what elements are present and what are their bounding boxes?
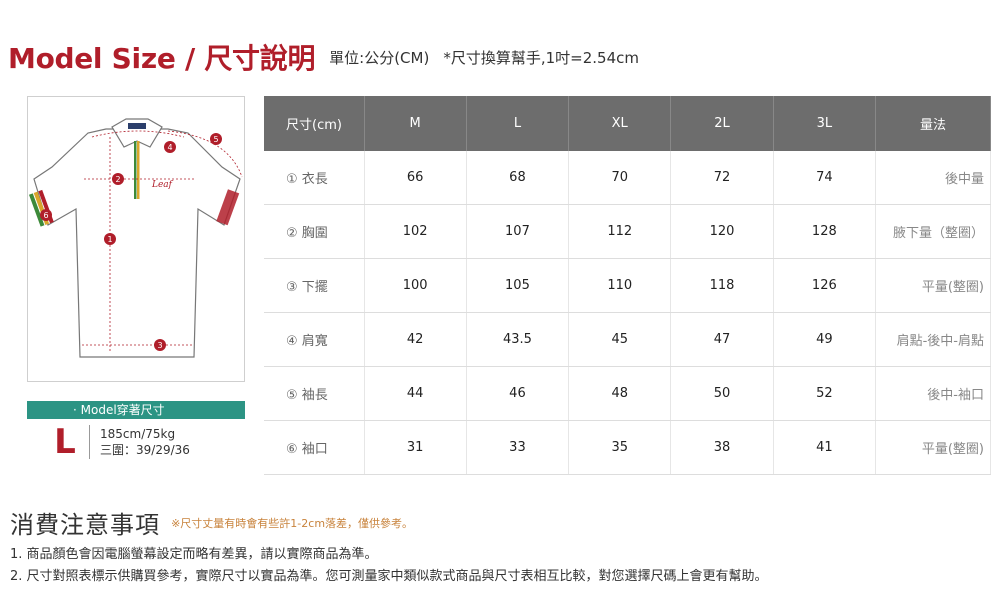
- size-value-cell: 72: [670, 151, 774, 205]
- row-label: ⑤ 袖長: [264, 366, 365, 421]
- size-value-cell: 68: [466, 151, 570, 205]
- size-value-cell: 66: [364, 151, 467, 205]
- column-header: 3L: [773, 96, 877, 151]
- column-header: 量法: [875, 96, 991, 151]
- size-value-cell: 120: [670, 204, 774, 259]
- notice-item: 2. 尺寸對照表標示供購買參考，實際尺寸以實品為準。您可測量家中類似款式商品與尺…: [10, 569, 768, 584]
- notice-list: 1. 商品顏色會因電腦螢幕設定而略有差異，請以實際商品為準。 2. 尺寸對照表標…: [10, 544, 768, 588]
- size-table: 尺寸(cm) M L XL 2L 3L 量法 ① 衣長 66 68 70 72 74 後中量…: [264, 96, 991, 475]
- size-value-cell: 33: [466, 420, 570, 475]
- divider: [89, 425, 90, 459]
- conversion-note: *尺寸換算幫手,1吋=2.54cm: [443, 48, 639, 67]
- row-label: ② 胸圍: [264, 204, 365, 259]
- svg-text:Leaf: Leaf: [151, 180, 174, 190]
- model-info-box: · Model穿著尺寸 L 185cm/75kg 三圍：39/29/36: [27, 401, 245, 465]
- svg-text:4: 4: [167, 143, 172, 152]
- svg-text:5: 5: [213, 135, 218, 144]
- table-row: ③ 下擺 100 105 110 118 126 平量(整圈): [264, 258, 991, 313]
- measure-method-cell: 腋下量（整圈）: [875, 204, 991, 259]
- size-value-cell: 41: [773, 420, 877, 475]
- size-value-cell: 112: [568, 204, 672, 259]
- model-height-weight: 185cm/75kg: [100, 427, 176, 441]
- polo-shirt-illustration: Leaf 1 2 3 4 5 6: [29, 118, 243, 358]
- size-value-cell: 74: [773, 151, 877, 205]
- table-row: ⑥ 袖口 31 33 35 38 41 平量(整圈): [264, 420, 991, 475]
- size-value-cell: 45: [568, 312, 672, 367]
- svg-text:6: 6: [43, 211, 48, 220]
- notice-section: 消費注意事項 ※尺寸丈量有時會有些許1-2cm落差，僅供參考。: [10, 505, 413, 540]
- row-label: ③ 下擺: [264, 258, 365, 313]
- size-value-cell: 107: [466, 204, 570, 259]
- unit-text: 單位:公分(CM): [329, 48, 430, 67]
- svg-text:3: 3: [157, 341, 162, 350]
- size-value-cell: 49: [773, 312, 877, 367]
- page-title: Model Size / 尺寸說明: [8, 42, 316, 75]
- size-value-cell: 118: [670, 258, 774, 313]
- size-value-cell: 52: [773, 366, 877, 421]
- measure-method-cell: 平量(整圈): [875, 420, 991, 475]
- measure-method-cell: 肩點-後中-肩點: [875, 312, 991, 367]
- table-row: ① 衣長 66 68 70 72 74 後中量: [264, 151, 991, 205]
- column-header: L: [466, 96, 570, 151]
- notice-subtitle: ※尺寸丈量有時會有些許1-2cm落差，僅供參考。: [171, 516, 414, 530]
- size-value-cell: 110: [568, 258, 672, 313]
- size-value-cell: 31: [364, 420, 467, 475]
- size-value-cell: 50: [670, 366, 774, 421]
- measure-method-cell: 後中-袖口: [875, 366, 991, 421]
- row-label: ⑥ 袖口: [264, 420, 365, 475]
- measure-method-cell: 平量(整圈): [875, 258, 991, 313]
- svg-text:2: 2: [115, 175, 120, 184]
- size-value-cell: 43.5: [466, 312, 570, 367]
- row-label: ① 衣長: [264, 151, 365, 205]
- size-value-cell: 48: [568, 366, 672, 421]
- size-value-cell: 100: [364, 258, 467, 313]
- notice-item: 1. 商品顏色會因電腦螢幕設定而略有差異，請以實際商品為準。: [10, 547, 378, 562]
- size-value-cell: 44: [364, 366, 467, 421]
- polo-shirt-diagram: Leaf 1 2 3 4 5 6: [27, 96, 245, 382]
- size-value-cell: 42: [364, 312, 467, 367]
- size-value-cell: 46: [466, 366, 570, 421]
- table-header-row: 尺寸(cm) M L XL 2L 3L 量法: [264, 96, 991, 151]
- size-header: Model Size / 尺寸說明 單位:公分(CM) *尺寸換算幫手,1吋=2…: [8, 38, 639, 76]
- table-row: ② 胸圍 102 107 112 120 128 腋下量（整圈）: [264, 204, 991, 259]
- size-value-cell: 102: [364, 204, 467, 259]
- size-value-cell: 105: [466, 258, 570, 313]
- column-header: XL: [568, 96, 672, 151]
- table-row: ④ 肩寬 42 43.5 45 47 49 肩點-後中-肩點: [264, 312, 991, 367]
- model-size-letter: L: [54, 422, 76, 462]
- size-value-cell: 126: [773, 258, 877, 313]
- column-header: 尺寸(cm): [264, 96, 365, 151]
- table-row: ⑤ 袖長 44 46 48 50 52 後中-袖口: [264, 366, 991, 421]
- column-header: M: [364, 96, 467, 151]
- model-measurements: 三圍：39/29/36: [100, 443, 190, 457]
- notice-title: 消費注意事項: [10, 511, 160, 539]
- size-value-cell: 47: [670, 312, 774, 367]
- model-tag: · Model穿著尺寸: [27, 401, 245, 419]
- size-value-cell: 38: [670, 420, 774, 475]
- column-header: 2L: [670, 96, 774, 151]
- size-value-cell: 35: [568, 420, 672, 475]
- size-value-cell: 70: [568, 151, 672, 205]
- size-value-cell: 128: [773, 204, 877, 259]
- row-label: ④ 肩寬: [264, 312, 365, 367]
- svg-text:1: 1: [107, 235, 112, 244]
- measure-method-cell: 後中量: [875, 151, 991, 205]
